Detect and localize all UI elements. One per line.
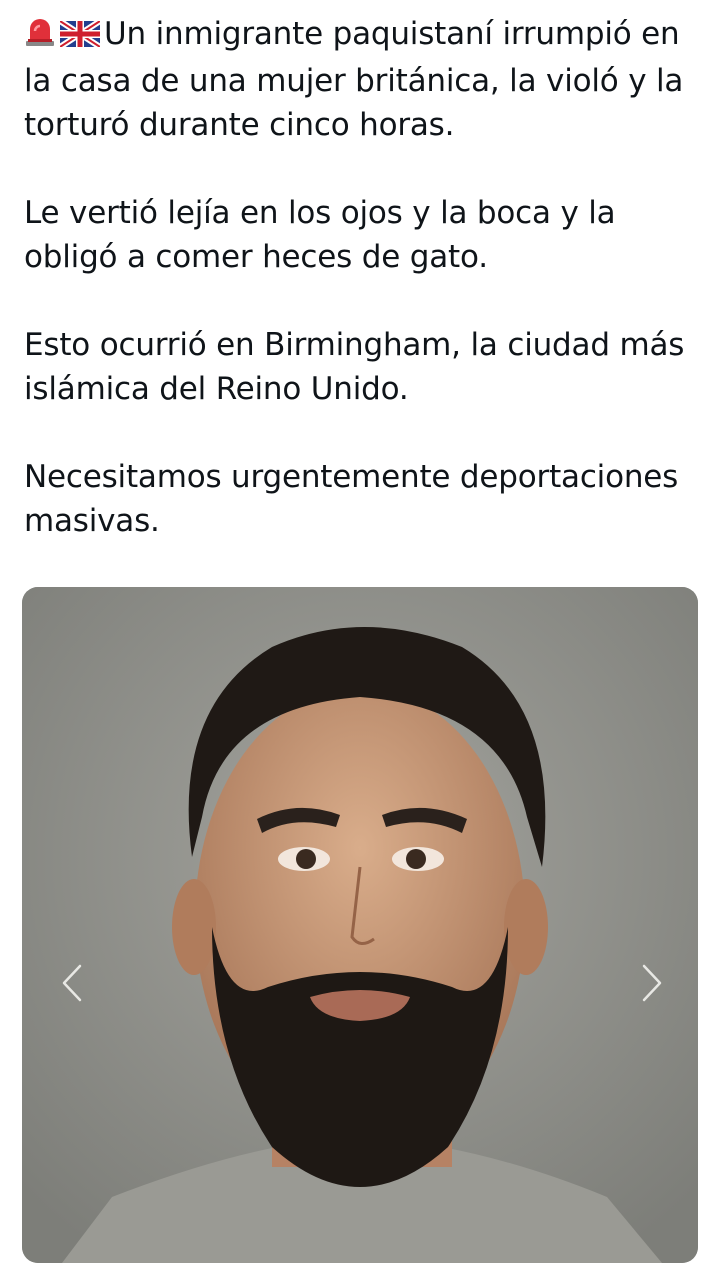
tweet-paragraph-1: Un inmigrante paquistaní irrumpió en la … [24,12,704,147]
tweet-paragraph-4: Necesitamos urgentemente deportaciones m… [24,459,679,539]
tweet-text: Un inmigrante paquistaní irrumpió en la … [24,12,704,543]
uk-flag-icon [58,15,102,59]
tweet-paragraph-3: Esto ocurrió en Birmingham, la ciudad má… [24,327,685,407]
tweet-paragraph-2: Le vertió lejía en los ojos y la boca y … [24,195,616,275]
police-light-icon [24,15,56,59]
tweet-media-photo[interactable] [22,587,698,1263]
carousel-prev-button[interactable] [60,962,84,1004]
chevron-right-icon [642,964,662,1002]
tweet-line-1: Un inmigrante paquistaní irrumpió en la … [24,16,684,143]
portrait-photo [22,587,698,1263]
chevron-left-icon [62,964,82,1002]
carousel-next-button[interactable] [640,962,664,1004]
